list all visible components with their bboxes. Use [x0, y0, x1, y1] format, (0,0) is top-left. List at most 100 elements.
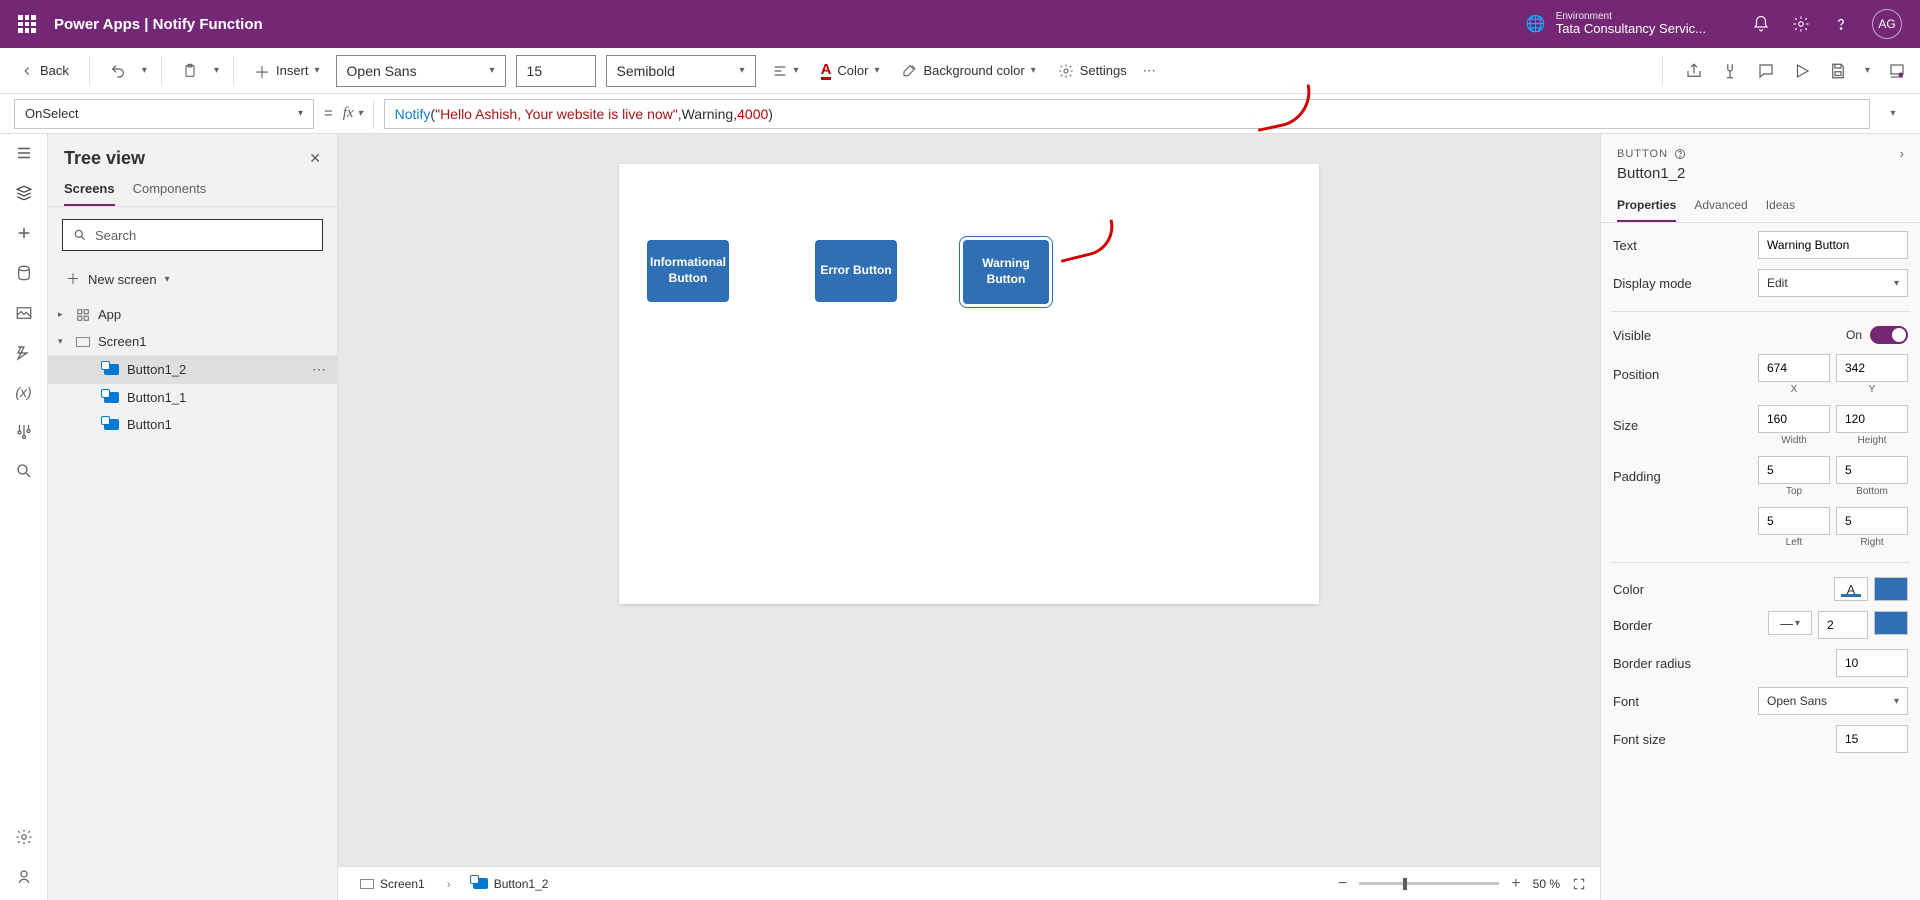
help-icon[interactable] [1832, 15, 1850, 33]
dropdown-font[interactable]: Open Sans▾ [1758, 687, 1908, 715]
input-text[interactable] [1758, 231, 1908, 259]
comment-icon[interactable] [1757, 62, 1775, 80]
tab-properties[interactable]: Properties [1617, 190, 1676, 222]
bg-color-button[interactable]: Background color ▾ [896, 59, 1042, 83]
checker-icon[interactable] [1721, 62, 1739, 80]
input-pad-left[interactable] [1758, 507, 1830, 535]
fit-icon[interactable] [1572, 877, 1586, 891]
border-color-swatch[interactable] [1874, 611, 1908, 635]
label-border: Border [1613, 618, 1768, 633]
play-icon[interactable] [1793, 62, 1811, 80]
treeview-icon[interactable] [15, 184, 33, 202]
paste-more[interactable]: ▾ [214, 65, 219, 76]
environment-picker[interactable]: 🌐 Environment Tata Consultancy Servic... [1526, 11, 1706, 36]
tree-btn11-label: Button1_1 [127, 390, 186, 405]
settings-rail-icon[interactable] [15, 828, 33, 846]
font-color-button[interactable]: A Color ▾ [815, 58, 886, 84]
tree-item-button1[interactable]: Button1 [48, 411, 337, 438]
help-icon[interactable] [1674, 148, 1686, 160]
data-icon[interactable] [15, 264, 33, 282]
property-selector[interactable]: OnSelect ▾ [14, 99, 314, 129]
zoom-slider[interactable] [1359, 882, 1499, 885]
insert-pane-icon[interactable] [15, 224, 33, 242]
input-border-radius[interactable] [1836, 649, 1908, 677]
save-more[interactable]: ▾ [1865, 65, 1870, 76]
share-icon[interactable] [1685, 62, 1703, 80]
input-border-width[interactable] [1818, 611, 1868, 639]
input-y[interactable] [1836, 354, 1908, 382]
canvas-error-button[interactable]: Error Button [815, 240, 897, 302]
advanced-tools-icon[interactable] [15, 422, 33, 440]
tab-ideas[interactable]: Ideas [1766, 190, 1795, 222]
border-style-dropdown[interactable]: — ▾ [1768, 611, 1812, 635]
input-width[interactable] [1758, 405, 1830, 433]
zoom-out-button[interactable]: − [1338, 875, 1347, 893]
fx-icon[interactable]: fx ▾ [343, 99, 374, 129]
tab-advanced[interactable]: Advanced [1694, 190, 1747, 222]
gear-icon[interactable] [1792, 15, 1810, 33]
color-label: Color [837, 63, 868, 78]
close-icon[interactable]: ✕ [309, 150, 321, 167]
search-input[interactable]: Search [62, 219, 323, 251]
paste-button[interactable] [176, 59, 204, 83]
tree-view-panel: Tree view ✕ Screens Components Search ＋ … [48, 134, 338, 900]
media-icon[interactable] [15, 304, 33, 322]
zoom-value: 50 % [1533, 877, 1560, 891]
canvas[interactable]: Informational Button Error Button Warnin… [619, 164, 1319, 604]
tree-item-button1-1[interactable]: Button1_1 [48, 384, 337, 411]
undo-more[interactable]: ▾ [142, 65, 147, 76]
breadcrumb-screen[interactable]: Screen1 [352, 875, 433, 893]
status-bar: Screen1 › Button1_2 − + 50 % [338, 866, 1600, 900]
insert-button[interactable]: ＋ Insert ▾ [248, 55, 326, 87]
zoom-in-button[interactable]: + [1511, 875, 1520, 893]
tab-screens[interactable]: Screens [64, 181, 115, 206]
new-screen-button[interactable]: ＋ New screen ▾ [48, 263, 337, 295]
font-color-swatch[interactable]: A [1834, 577, 1868, 601]
input-height[interactable] [1836, 405, 1908, 433]
search-icon[interactable] [15, 462, 33, 480]
dropdown-display-mode[interactable]: Edit▾ [1758, 269, 1908, 297]
formula-input[interactable]: Notify("Hello Ashish, Your website is li… [384, 99, 1870, 129]
back-button[interactable]: Back [14, 59, 75, 82]
align-button[interactable]: ▾ [766, 59, 805, 83]
new-screen-label: New screen [88, 272, 157, 287]
tab-components[interactable]: Components [133, 181, 207, 206]
power-automate-icon[interactable] [15, 344, 33, 362]
save-icon[interactable] [1829, 62, 1847, 80]
font-dropdown[interactable]: Open Sans▾ [336, 55, 506, 87]
canvas-area[interactable]: Informational Button Error Button Warnin… [338, 134, 1600, 900]
breadcrumb-selection[interactable]: Button1_2 [465, 875, 557, 893]
app-icon [76, 308, 90, 322]
more-icon[interactable]: ⋯ [1143, 63, 1156, 79]
font-size-dropdown[interactable]: 15 [516, 55, 596, 87]
input-font-size[interactable] [1836, 725, 1908, 753]
input-pad-right[interactable] [1836, 507, 1908, 535]
input-pad-top[interactable] [1758, 456, 1830, 484]
fill-color-swatch[interactable] [1874, 577, 1908, 601]
variables-icon[interactable]: (x) [15, 384, 31, 400]
font-weight-dropdown[interactable]: Semibold▾ [606, 55, 756, 87]
chevron-right-icon[interactable]: › [1900, 146, 1904, 161]
waffle-icon[interactable] [18, 15, 36, 33]
settings-button[interactable]: Settings [1052, 59, 1133, 83]
canvas-warning-button[interactable]: Warning Button [963, 240, 1049, 304]
input-pad-bottom[interactable] [1836, 456, 1908, 484]
property-name: OnSelect [25, 106, 78, 121]
virtual-agent-icon[interactable] [15, 868, 33, 886]
label-padding: Padding [1613, 469, 1758, 484]
publish-icon[interactable] [1888, 62, 1906, 80]
bell-icon[interactable] [1752, 15, 1770, 33]
tree-item-button1-2[interactable]: Button1_2 ⋯ [48, 355, 337, 384]
toggle-visible[interactable] [1870, 326, 1908, 344]
tree-title: Tree view [64, 148, 145, 169]
user-avatar[interactable]: AG [1872, 9, 1902, 39]
hamburger-icon[interactable] [15, 144, 33, 162]
more-icon[interactable]: ⋯ [312, 361, 327, 378]
input-x[interactable] [1758, 354, 1830, 382]
canvas-informational-button[interactable]: Informational Button [647, 240, 729, 302]
tree-item-app[interactable]: ▸ App [48, 301, 337, 328]
crumb-sel-label: Button1_2 [494, 877, 549, 891]
tree-item-screen1[interactable]: ▾ Screen1 [48, 328, 337, 355]
undo-button[interactable] [104, 59, 132, 83]
expand-formula-icon[interactable]: ▾ [1880, 108, 1906, 119]
